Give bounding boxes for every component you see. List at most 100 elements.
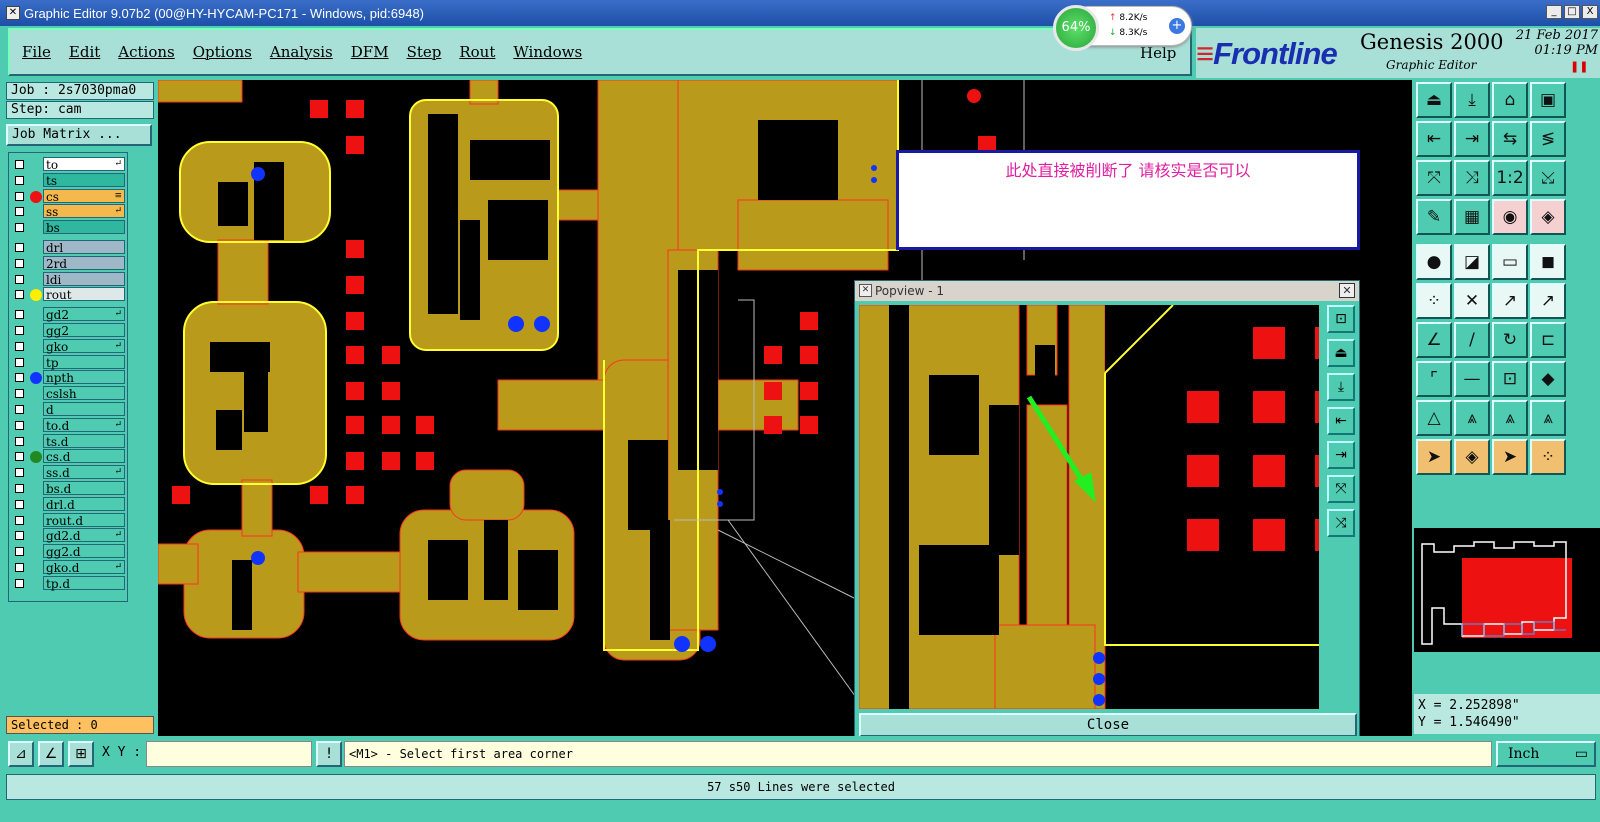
layer-checkbox[interactable] (15, 531, 24, 541)
layer-row-npth[interactable]: npth (9, 370, 127, 385)
layer-name[interactable]: ss ↵ (43, 204, 125, 219)
layer-checkbox[interactable] (15, 191, 24, 201)
tool-button-8-1-icon[interactable]: ⩓ (1454, 400, 1490, 436)
layer-checkbox[interactable] (15, 341, 24, 351)
tool-button-6-3-icon[interactable]: ⊏ (1530, 322, 1566, 358)
popview-tool-right-icon[interactable]: ⇥ (1327, 441, 1355, 469)
layer-row-bs-d[interactable]: bs.d (9, 481, 127, 496)
layer-checkbox[interactable] (15, 160, 24, 169)
tool-button-6-0-icon[interactable]: ∠ (1416, 322, 1452, 358)
layer-checkbox[interactable] (15, 373, 24, 383)
layer-row-gko-d[interactable]: gko.d ↵ (9, 560, 127, 575)
tool-button-9-2-icon[interactable]: ➤ (1492, 439, 1528, 475)
layer-checkbox[interactable] (15, 563, 24, 572)
layer-checkbox[interactable] (15, 389, 24, 399)
tool-button-0-0-icon[interactable]: ⏏ (1416, 82, 1452, 118)
layer-row-cs[interactable]: cs ≡ (9, 188, 127, 204)
layer-row-ss-d[interactable]: ss.d ↵ (9, 465, 127, 480)
tool-button-2-0-icon[interactable]: ⤧ (1416, 160, 1452, 196)
layer-checkbox[interactable] (15, 578, 24, 588)
tool-button-7-0-icon[interactable]: ⌜ (1416, 361, 1452, 397)
layer-row-drl[interactable]: drl (9, 240, 127, 255)
layer-name[interactable]: cs ≡ (43, 188, 125, 204)
layer-checkbox[interactable] (15, 452, 24, 462)
tool-button-2-3-icon[interactable]: ⤩ (1530, 160, 1566, 196)
tool-button-3-2-icon[interactable]: ◉ (1492, 199, 1528, 235)
layer-checkbox[interactable] (15, 243, 24, 252)
menu-step[interactable]: Step (407, 43, 442, 61)
tool-button-8-2-icon[interactable]: ⩓ (1492, 400, 1528, 436)
layer-checkbox[interactable] (15, 207, 24, 217)
layer-name[interactable]: tp (43, 354, 125, 370)
tool-button-2-2-icon[interactable]: 1:2 (1492, 160, 1528, 196)
tool-button-7-3-icon[interactable]: ◆ (1530, 361, 1566, 397)
tool-button-8-3-icon[interactable]: ⩓ (1530, 400, 1566, 436)
layer-name[interactable]: gg2 (43, 323, 125, 338)
tool-button-0-1-icon[interactable]: ⤓ (1454, 82, 1490, 118)
tool-button-7-1-icon[interactable]: — (1454, 361, 1490, 397)
layer-name[interactable]: npth (43, 370, 125, 385)
layer-row-to-d[interactable]: to.d ↵ (9, 417, 127, 433)
layer-row-ts[interactable]: ts (9, 172, 127, 188)
layer-checkbox[interactable] (15, 223, 24, 233)
tool-button-5-3-icon[interactable]: ↗ (1530, 283, 1566, 319)
layer-checkbox[interactable] (15, 290, 24, 300)
menu-rout[interactable]: Rout (459, 43, 495, 61)
layer-checkbox[interactable] (15, 468, 24, 478)
tool-button-1-0-icon[interactable]: ⇤ (1416, 121, 1452, 157)
tool-button-4-3-icon[interactable]: ◼ (1530, 244, 1566, 280)
units-select[interactable]: Inch ▭ (1496, 741, 1596, 767)
layer-row-to[interactable]: to ↵ (9, 157, 127, 172)
snap-icon[interactable]: ⊿ (8, 741, 34, 767)
tool-button-3-1-icon[interactable]: ▦ (1454, 199, 1490, 235)
layer-row-gko[interactable]: gko ↵ (9, 338, 127, 354)
layer-name[interactable]: cslsh (43, 386, 125, 401)
pause-icon[interactable]: ❚❚ (1570, 60, 1588, 73)
layer-name[interactable]: 2rd (43, 255, 125, 271)
layer-name[interactable]: ts.d (43, 433, 125, 449)
tool-button-1-1-icon[interactable]: ⇥ (1454, 121, 1490, 157)
popview-tool-zoom-in-icon[interactable]: ⤧ (1327, 475, 1355, 503)
network-monitor-widget[interactable]: 64% ↑ 8.2K/s ↓ 8.3K/s + (1053, 5, 1192, 51)
layer-name[interactable]: ss.d ↵ (43, 465, 125, 480)
layer-name[interactable]: to ↵ (43, 157, 125, 172)
menu-help[interactable]: Help (1140, 44, 1176, 62)
layer-row-tp-d[interactable]: tp.d (9, 575, 127, 591)
layer-checkbox[interactable] (15, 310, 24, 320)
layer-name[interactable]: cs.d (43, 449, 125, 464)
layer-checkbox[interactable] (15, 274, 24, 284)
close-window-button[interactable]: X (1582, 5, 1598, 19)
tool-button-5-0-icon[interactable]: ⁘ (1416, 283, 1452, 319)
popview-tool-fit-icon[interactable]: ⊡ (1327, 305, 1355, 333)
tool-button-3-3-icon[interactable]: ◈ (1530, 199, 1566, 235)
layer-row-rout[interactable]: rout (9, 287, 127, 302)
overview-minimap[interactable] (1414, 528, 1600, 652)
tool-button-7-2-icon[interactable]: ⊡ (1492, 361, 1528, 397)
layer-row-tp[interactable]: tp (9, 354, 127, 370)
job-matrix-button[interactable]: Job Matrix ... (6, 124, 152, 146)
layer-checkbox[interactable] (15, 175, 24, 185)
layer-checkbox[interactable] (15, 357, 24, 367)
layer-name[interactable]: to.d ↵ (43, 417, 125, 433)
menu-windows[interactable]: Windows (513, 43, 582, 61)
tool-button-6-1-icon[interactable]: / (1454, 322, 1490, 358)
menu-dfm[interactable]: DFM (351, 43, 389, 61)
plus-icon[interactable]: + (1169, 18, 1185, 34)
tool-button-1-2-icon[interactable]: ⇆ (1492, 121, 1528, 157)
layer-row-drl-d[interactable]: drl.d (9, 496, 127, 512)
popview-canvas[interactable] (859, 305, 1319, 709)
layer-name[interactable]: rout.d (43, 512, 125, 528)
layer-row-ldi[interactable]: ldi (9, 271, 127, 287)
layer-checkbox[interactable] (15, 499, 24, 509)
layer-checkbox[interactable] (15, 547, 24, 557)
layer-row-cs-d[interactable]: cs.d (9, 449, 127, 464)
layer-name[interactable]: drl.d (43, 496, 125, 512)
layer-checkbox[interactable] (15, 436, 24, 446)
tool-button-2-1-icon[interactable]: ⤨ (1454, 160, 1490, 196)
menu-options[interactable]: Options (193, 43, 252, 61)
tool-button-4-2-icon[interactable]: ▭ (1492, 244, 1528, 280)
tool-button-9-3-icon[interactable]: ⁘ (1530, 439, 1566, 475)
maximize-button[interactable]: □ (1564, 5, 1580, 19)
grid-icon[interactable]: ⊞ (68, 741, 94, 767)
layer-name[interactable]: ts (43, 172, 125, 188)
